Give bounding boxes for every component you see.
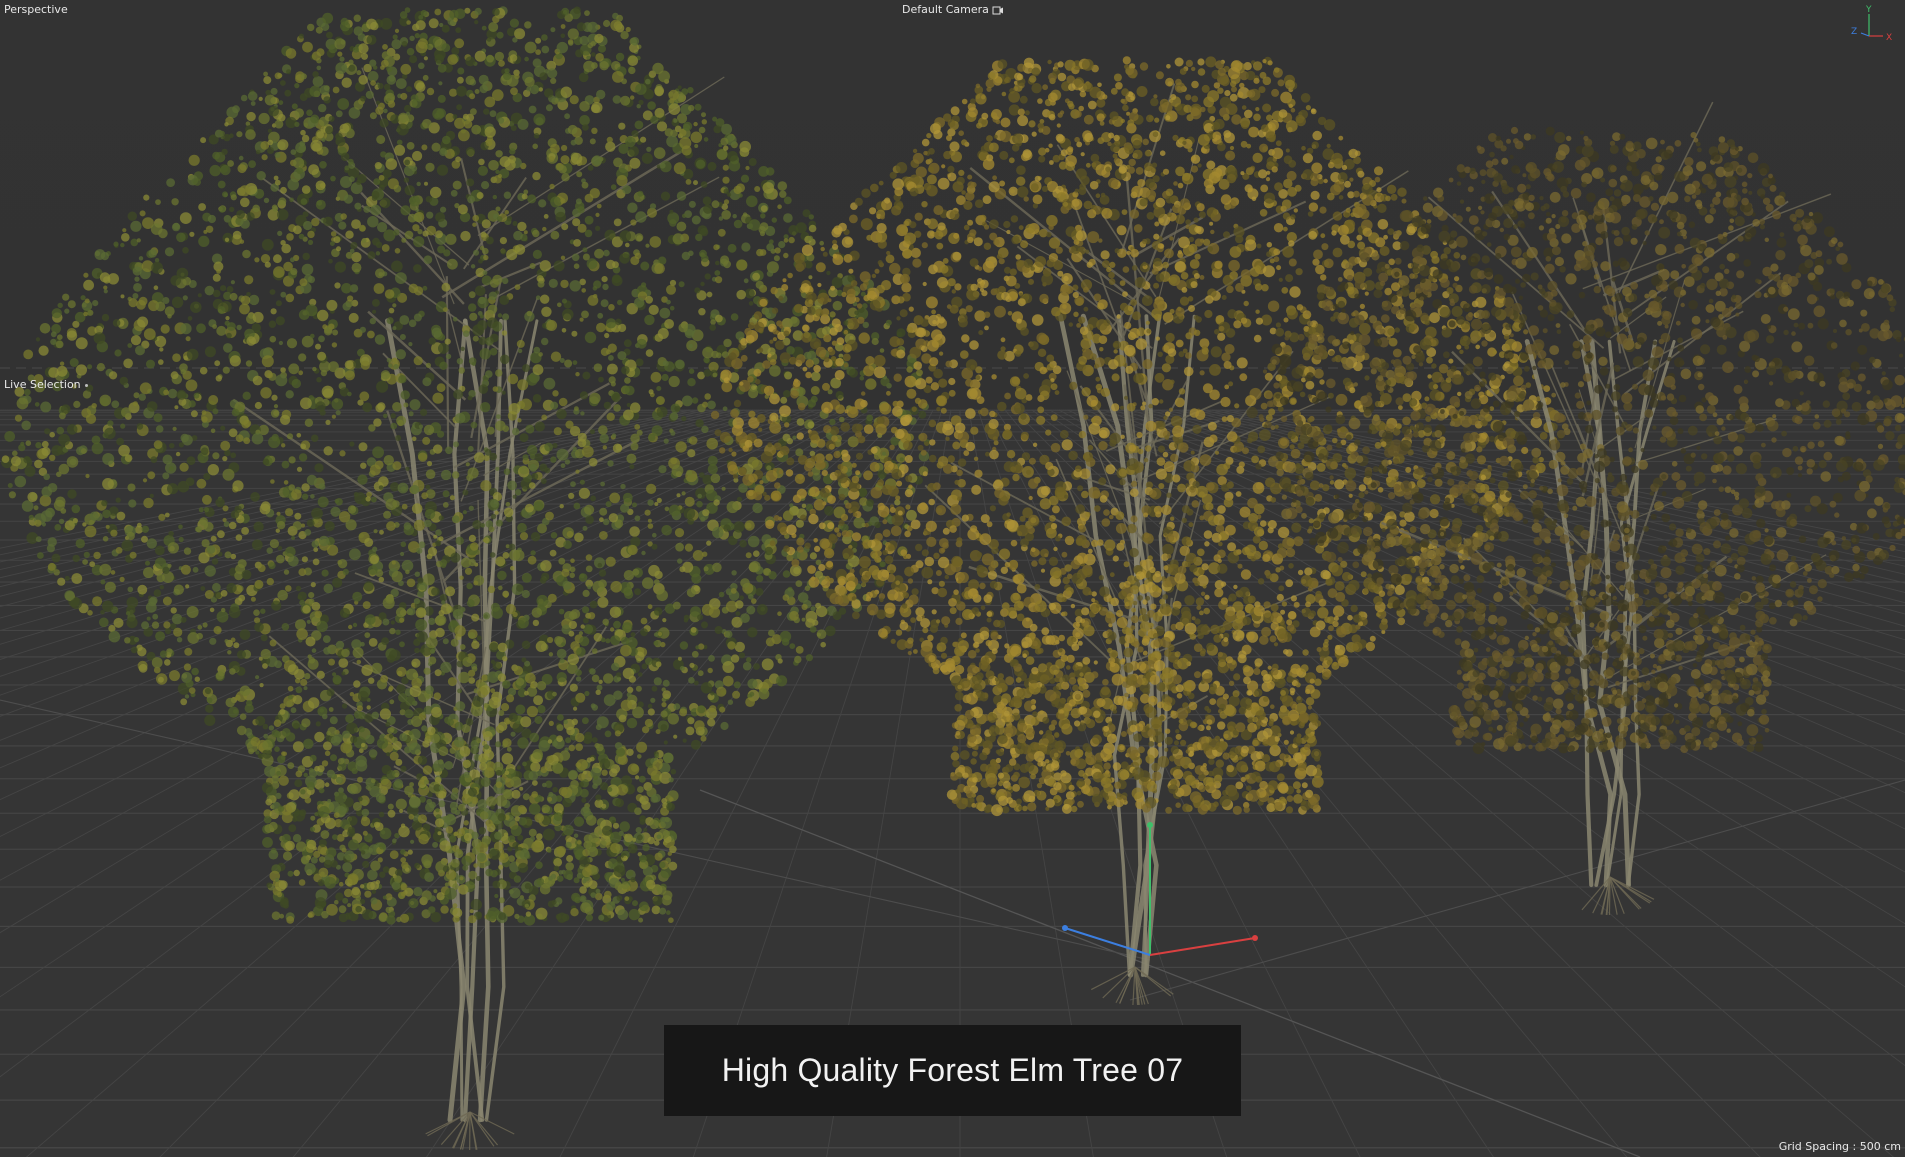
caption-banner: High Quality Forest Elm Tree 07 (664, 1025, 1241, 1116)
camera-icon[interactable] (992, 5, 1004, 16)
camera-selector[interactable]: Default Camera (902, 3, 1004, 17)
view-mode-label[interactable]: Perspective (4, 3, 68, 17)
axis-z-line (1860, 32, 1870, 37)
3d-viewport[interactable]: Perspective Default Camera Live Selectio… (0, 0, 1905, 1157)
axis-gizmo[interactable]: Y Z X (1845, 4, 1895, 42)
tool-dot-icon (84, 383, 88, 387)
grid-spacing-label: Grid Spacing : 500 cm (1778, 1140, 1901, 1153)
camera-name-label: Default Camera (902, 3, 989, 16)
scene-canvas[interactable] (0, 0, 1905, 1157)
axis-z-label: Z (1851, 27, 1857, 37)
axis-x-label: X (1886, 33, 1892, 42)
caption-title: High Quality Forest Elm Tree 07 (721, 1052, 1184, 1088)
active-tool-indicator: Live Selection (4, 378, 88, 392)
axis-y-label: Y (1865, 5, 1872, 15)
active-tool-label: Live Selection (4, 378, 81, 391)
